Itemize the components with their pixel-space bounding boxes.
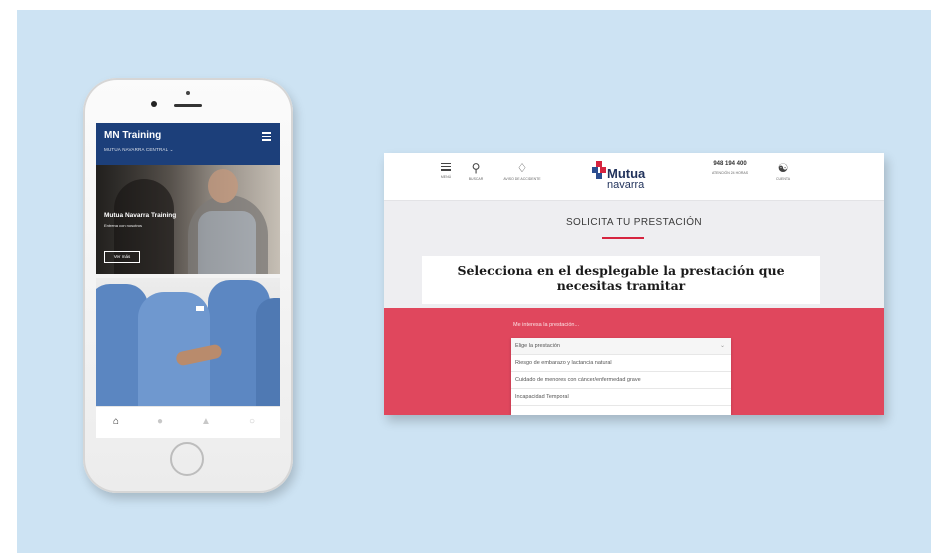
hamburger-menu-icon[interactable] bbox=[262, 132, 271, 141]
team-photo-card[interactable] bbox=[96, 278, 280, 406]
site-header: MENÚ ⚲ BUSCAR ♢ AVISO DE ACCIDENTE Mutua… bbox=[384, 153, 884, 201]
title-underline bbox=[602, 237, 644, 239]
phone-sensor bbox=[186, 91, 190, 95]
bottom-tab-bar: ⌂ ● ▲ ○ bbox=[96, 406, 280, 438]
instruction-card: Selecciona en el desplegable la prestaci… bbox=[422, 256, 820, 304]
dropdown-option[interactable]: Cuidado de menores con cáncer/enfermedad… bbox=[511, 372, 731, 389]
app-header: MN Training MUTUA NAVARRA CENTRAL ⌄ bbox=[96, 123, 280, 165]
selection-band: Me interesa la prestación... Elige la pr… bbox=[384, 308, 884, 415]
page-title: SOLICITA TU PRESTACIÓN bbox=[565, 217, 703, 228]
dropdown-selected[interactable]: Elige la prestación ⌄ bbox=[511, 338, 731, 355]
accident-notice-button[interactable]: ♢ AVISO DE ACCIDENTE bbox=[498, 161, 546, 182]
select-label: Me interesa la prestación... bbox=[513, 322, 580, 328]
menu-icon bbox=[438, 163, 454, 171]
account-label: CUENTA bbox=[776, 177, 791, 181]
mutua-navarra-logo[interactable]: Mutua navarra bbox=[592, 161, 662, 195]
shirt-logo bbox=[196, 306, 204, 311]
search-icon: ⚲ bbox=[471, 161, 481, 175]
phone-contact-label: ATENCIÓN 24 HORAS bbox=[711, 171, 749, 175]
logo-word-navarra: navarra bbox=[607, 179, 645, 191]
app-title: MN Training bbox=[104, 130, 162, 141]
website-window: MENÚ ⚲ BUSCAR ♢ AVISO DE ACCIDENTE Mutua… bbox=[384, 153, 884, 415]
tab-activity-icon[interactable]: ● bbox=[154, 416, 166, 428]
bell-icon: ♢ bbox=[516, 161, 528, 175]
dropdown-selected-text: Elige la prestación bbox=[515, 343, 560, 349]
instruction-heading: Selecciona en el desplegable la prestaci… bbox=[422, 263, 820, 293]
instruction-line-1: Selecciona en el desplegable la prestaci… bbox=[457, 263, 785, 278]
dropdown-option[interactable]: Incapacidad Temporal bbox=[511, 389, 731, 406]
instruction-line-2: necesitas tramitar bbox=[556, 278, 686, 293]
phone-screen: MN Training MUTUA NAVARRA CENTRAL ⌄ Mutu… bbox=[96, 123, 280, 438]
tab-profile-icon[interactable]: ○ bbox=[246, 416, 258, 428]
accident-notice-label: AVISO DE ACCIDENTE bbox=[503, 177, 541, 181]
card-subtitle: Entrena con nosotros bbox=[104, 223, 143, 228]
benefit-dropdown[interactable]: Elige la prestación ⌄ Riesgo de embarazo… bbox=[511, 338, 731, 415]
training-card[interactable]: Mutua Navarra Training Entrena con nosot… bbox=[96, 165, 280, 274]
phone-number: 948 194 400 bbox=[713, 161, 747, 167]
dropdown-option[interactable]: Riesgo de embarazo y lactancia natural bbox=[511, 355, 731, 372]
search-label: BUSCAR bbox=[468, 177, 484, 181]
search-button[interactable]: ⚲ BUSCAR bbox=[467, 161, 485, 182]
bag-icon: ☯ bbox=[777, 161, 789, 175]
tab-home-icon[interactable]: ⌂ bbox=[110, 416, 122, 428]
phone-home-button bbox=[170, 442, 204, 476]
phone-camera bbox=[151, 101, 157, 107]
tab-chart-icon[interactable]: ▲ bbox=[200, 416, 212, 428]
phone-speaker bbox=[174, 104, 202, 107]
card-title: Mutua Navarra Training bbox=[104, 212, 177, 219]
account-button[interactable]: ☯ CUENTA bbox=[776, 161, 790, 182]
menu-button[interactable]: MENÚ bbox=[438, 161, 454, 180]
chevron-down-icon: ⌄ bbox=[719, 343, 725, 349]
card-cta-button[interactable]: Ver más bbox=[104, 251, 140, 263]
phone-mockup: MN Training MUTUA NAVARRA CENTRAL ⌄ Mutu… bbox=[83, 78, 293, 493]
phone-contact[interactable]: 948 194 400 ATENCIÓN 24 HORAS bbox=[702, 161, 758, 176]
team-photo-figure bbox=[256, 298, 280, 406]
logo-mark bbox=[596, 173, 602, 179]
location-selector[interactable]: MUTUA NAVARRA CENTRAL ⌄ bbox=[104, 147, 174, 153]
menu-label: MENÚ bbox=[440, 174, 452, 179]
